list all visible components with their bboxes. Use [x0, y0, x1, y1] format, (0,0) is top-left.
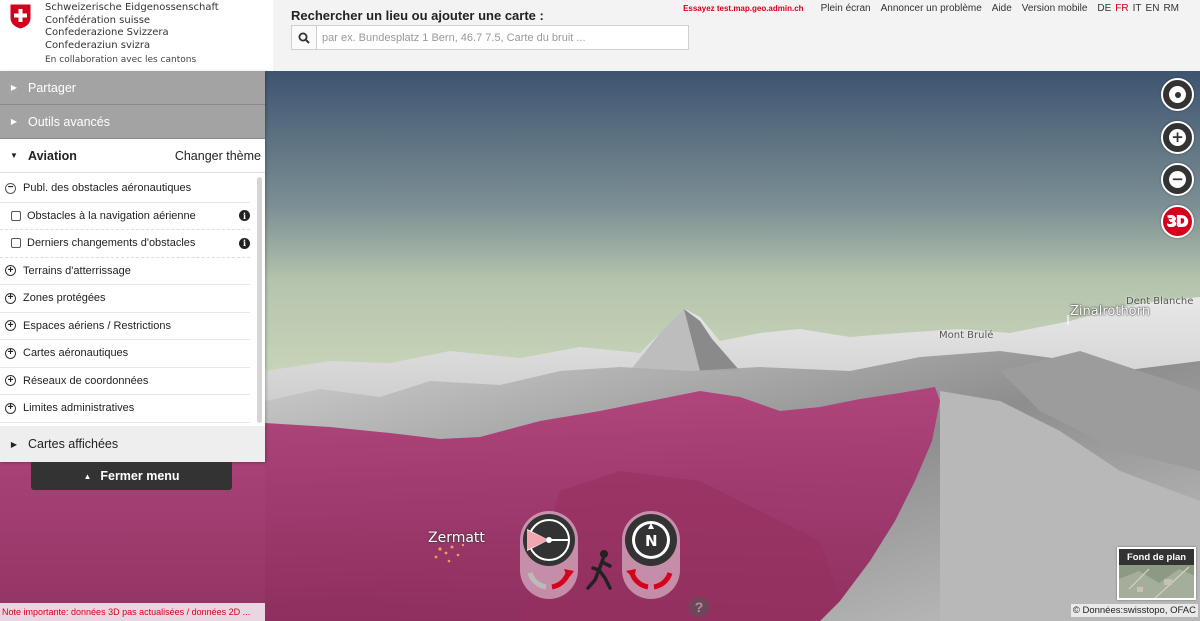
search-icon[interactable] [292, 26, 317, 49]
tree-group-label: Limites administratives [23, 402, 135, 415]
layer-item-obstacles-changes[interactable]: Derniers changements d'obstacles i [0, 230, 250, 258]
tree-group-protected[interactable]: + Zones protégées [0, 285, 250, 313]
layer-tree: − Publ. des obstacles aéronautiques Obst… [0, 175, 265, 427]
basemap-label: Fond de plan [1119, 549, 1194, 565]
lang-de[interactable]: DE [1097, 3, 1111, 14]
person-icon[interactable] [584, 548, 616, 592]
top-links: Essayez test.map.geo.admin.ch Plein écra… [683, 3, 1179, 14]
help-link[interactable]: Aide [992, 3, 1012, 14]
layer-label: Obstacles à la navigation aérienne [27, 209, 196, 222]
share-label: Partager [28, 80, 76, 95]
label-dent-blanche: Dent Blanche [1126, 296, 1194, 307]
layer-tree-scrollbar[interactable] [257, 177, 262, 423]
agency-line-fr: Confédération suisse [45, 14, 151, 26]
minus-icon: − [1169, 171, 1186, 188]
federal-logo[interactable]: Schweizerische Eidgenossenschaft Confédé… [0, 0, 273, 71]
toggle-3d-button[interactable]: 3D [1161, 205, 1194, 238]
change-theme-link[interactable]: Changer thème [175, 149, 261, 163]
caret-up-icon: ▲ [83, 471, 92, 481]
collaboration-note: En collaboration avec les cantons [45, 55, 197, 65]
plus-icon: + [1169, 129, 1186, 146]
layer-checkbox[interactable] [11, 238, 21, 249]
displayed-maps-label: Cartes affichées [28, 437, 119, 451]
layer-checkbox[interactable] [11, 210, 21, 221]
tree-group-label: Espaces aériens / Restrictions [23, 319, 171, 332]
collapse-icon[interactable]: − [5, 182, 16, 194]
expand-icon[interactable]: + [5, 375, 16, 387]
tree-group-label: Publ. des obstacles aéronautiques [23, 182, 192, 195]
zoom-out-button[interactable]: − [1161, 163, 1194, 196]
close-menu-button[interactable]: ▲ Fermer menu [31, 462, 232, 490]
compass-control[interactable]: N [620, 509, 684, 601]
label-mont-brule: Mont Brulé [939, 330, 994, 341]
advanced-tools-label: Outils avancés [28, 114, 110, 129]
share-section-header[interactable]: ▶ Partager [0, 71, 265, 105]
tree-group-airspaces[interactable]: + Espaces aériens / Restrictions [0, 313, 250, 340]
lang-it[interactable]: IT [1133, 3, 1142, 14]
lang-fr[interactable]: FR [1115, 3, 1128, 14]
fullscreen-link[interactable]: Plein écran [821, 3, 871, 14]
label-zermatt: Zermatt [428, 530, 485, 546]
geolocate-button[interactable] [1161, 78, 1194, 111]
caret-right-icon: ▶ [10, 439, 18, 449]
help-icon[interactable]: ? [689, 597, 709, 617]
agency-line-de: Schweizerische Eidgenossenschaft [45, 2, 219, 13]
advanced-tools-header[interactable]: ▶ Outils avancés [0, 105, 265, 139]
layer-item-obstacles-navigation[interactable]: Obstacles à la navigation aérienne i [0, 203, 250, 230]
layer-label: Derniers changements d'obstacles [27, 237, 196, 250]
side-panel: ▶ Partager ▶ Outils avancés ▼ Aviation C… [0, 71, 265, 462]
agency-line-it: Confederazione Svizzera [45, 27, 169, 38]
close-menu-label: Fermer menu [100, 469, 180, 483]
tree-group-label: Cartes aéronautiques [23, 347, 129, 360]
tilt-control[interactable] [518, 509, 582, 601]
expand-icon[interactable]: + [5, 347, 16, 359]
lang-en[interactable]: EN [1146, 3, 1160, 14]
attribution[interactable]: © Données:swisstopo, OFAC [1070, 604, 1198, 617]
displayed-maps-header[interactable]: ▶ Cartes affichées [0, 426, 265, 462]
label-3d: 3D [1167, 212, 1189, 231]
expand-icon[interactable]: + [5, 292, 16, 304]
search-box [291, 25, 689, 50]
caret-down-icon: ▼ [10, 151, 18, 160]
tree-group-grids[interactable]: + Réseaux de coordonnées [0, 368, 250, 395]
search-label: Rechercher un lieu ou ajouter une carte … [291, 8, 544, 23]
caret-right-icon: ▶ [10, 83, 18, 92]
swiss-crest-icon [9, 3, 32, 30]
tree-group-label: Réseaux de coordonnées [23, 374, 149, 387]
try-test-link[interactable]: Essayez test.map.geo.admin.ch [683, 4, 804, 13]
expand-icon[interactable]: + [5, 265, 16, 277]
expand-icon[interactable]: + [5, 320, 16, 332]
expand-icon[interactable]: + [5, 402, 16, 414]
locate-icon [1169, 86, 1186, 103]
lang-rm[interactable]: RM [1163, 3, 1179, 14]
tree-group-label: Terrains d'atterrissage [23, 264, 131, 277]
zoom-in-button[interactable]: + [1161, 121, 1194, 154]
info-icon[interactable]: i [239, 210, 250, 222]
theme-label: Aviation [28, 148, 77, 163]
tree-group-label: Zones protégées [23, 292, 106, 305]
search-input[interactable] [318, 26, 688, 49]
basemap-selector[interactable]: Fond de plan [1117, 547, 1196, 600]
tree-group-charts[interactable]: + Cartes aéronautiques [0, 340, 250, 368]
caret-right-icon: ▶ [10, 117, 18, 126]
mobile-version-link[interactable]: Version mobile [1022, 3, 1088, 14]
agency-name: Schweizerische Eidgenossenschaft Confédé… [45, 2, 219, 52]
header: Schweizerische Eidgenossenschaft Confédé… [0, 0, 1200, 71]
info-icon[interactable]: i [239, 237, 250, 249]
tree-group-obstacles[interactable]: − Publ. des obstacles aéronautiques [0, 175, 250, 203]
report-problem-link[interactable]: Annoncer un problème [881, 3, 982, 14]
svg-text:N: N [645, 532, 658, 550]
tree-group-boundaries[interactable]: + Limites administratives [0, 395, 250, 423]
agency-line-rm: Confederaziun svizra [45, 39, 151, 51]
theme-section-header[interactable]: ▼ Aviation Changer thème [0, 139, 265, 173]
3d-data-note[interactable]: Note importante: données 3D pas actualis… [0, 603, 265, 621]
tree-group-landing[interactable]: + Terrains d'atterrissage [0, 258, 250, 285]
